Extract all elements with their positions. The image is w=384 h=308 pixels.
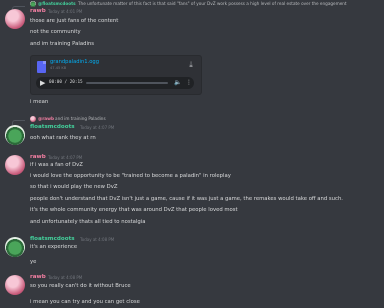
avatar[interactable] — [5, 275, 25, 295]
timestamp: Today at 4:07 PM — [80, 125, 115, 130]
message-text: i mean — [30, 99, 49, 105]
avatar[interactable] — [5, 237, 25, 257]
author-name[interactable]: rawb — [30, 154, 46, 161]
timestamp: Today at 4:07 PM — [48, 155, 83, 160]
message-text: if i was a fan of DvZ — [30, 162, 83, 168]
download-icon[interactable]: ⤓ — [187, 60, 195, 70]
audio-attachment: grandpaladin1.ogg 47.45 KB ⤓ ▶ 00:00 / 2… — [30, 55, 202, 95]
timestamp: Today at 4:08 PM — [80, 237, 115, 242]
reply-avatar[interactable] — [30, 116, 36, 122]
file-size: 47.45 KB — [50, 66, 67, 70]
avatar[interactable] — [5, 155, 25, 175]
author-name[interactable]: rawb — [30, 274, 46, 281]
audio-player: ▶ 00:00 / 20:15 🔈 ⋮ — [36, 77, 194, 89]
message-text: ye — [30, 259, 37, 265]
author-name[interactable]: floatsmcdoots — [30, 124, 75, 131]
play-icon[interactable]: ▶ — [40, 79, 45, 87]
message-text: i mean you can try and you can get close — [30, 299, 140, 305]
more-icon[interactable]: ⋮ — [186, 79, 192, 87]
seek-bar[interactable] — [86, 82, 168, 84]
message-text: not the community — [30, 29, 81, 35]
chat-log: @floatsmcdoots The unfortunate matter of… — [0, 0, 384, 308]
file-icon — [37, 61, 46, 73]
message-text: and unfortunately thats all tied to nost… — [30, 219, 146, 225]
playback-time: 00:00 / 20:15 — [49, 80, 83, 85]
message-text: it's an experience — [30, 244, 78, 250]
message-text: ooh what rank they at rn — [30, 135, 96, 141]
message-text: people don't understand that DvZ isn't j… — [30, 196, 343, 202]
timestamp: Today at 4:01 PM — [48, 9, 83, 14]
message-text: so that i would play the new DvZ — [30, 184, 118, 190]
author-name[interactable]: rawb — [30, 8, 46, 15]
message-text: it's the whole community energy that was… — [30, 207, 238, 213]
timestamp: Today at 4:08 PM — [48, 275, 83, 280]
file-name-link[interactable]: grandpaladin1.ogg — [50, 59, 99, 66]
reply-avatar[interactable] — [30, 1, 36, 7]
reply-preview[interactable]: and im training Paladins — [55, 116, 106, 122]
message-text: those are just fans of the content — [30, 18, 119, 24]
reply-author[interactable]: @floatsmcdoots — [38, 1, 76, 7]
reply-preview[interactable]: The unfortunate matter of this fact is t… — [78, 1, 347, 7]
avatar[interactable] — [5, 9, 25, 29]
message-text: i would love the opportunity to be "trai… — [30, 173, 231, 179]
author-name[interactable]: floatsmcdoots — [30, 236, 75, 243]
message-text: so you really can't do it without Bruce — [30, 283, 131, 289]
reply-author[interactable]: @rawb — [38, 116, 54, 122]
message-text: and im training Paladins — [30, 41, 95, 47]
avatar[interactable] — [5, 125, 25, 145]
volume-icon[interactable]: 🔈 — [174, 79, 181, 87]
